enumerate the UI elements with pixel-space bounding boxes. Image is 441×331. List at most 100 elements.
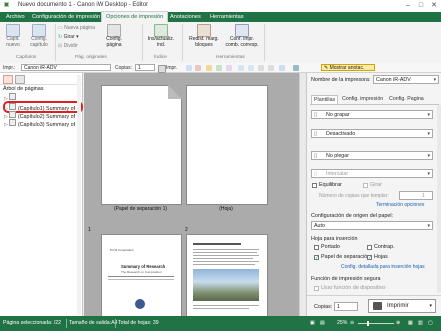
divider — [307, 295, 441, 296]
printer-value: Canon iR-ADV — [24, 65, 57, 71]
redistribute-label: Redist. marg. bloques — [189, 36, 219, 48]
copies-template-input[interactable]: 1 — [399, 191, 433, 200]
stamp-icon[interactable] — [216, 64, 222, 71]
chapter-settings-button[interactable]: Config. capítulo — [27, 24, 51, 48]
tab-archivo[interactable]: Archivo — [2, 12, 29, 22]
expand-icon: ▷ — [4, 122, 8, 128]
workspace-scrollbar[interactable] — [299, 73, 306, 316]
tree-item[interactable]: ▷ — [4, 93, 17, 102]
copies-template-value: 1 — [422, 193, 425, 199]
tree-tool-icon[interactable] — [15, 75, 25, 84]
copies-input[interactable]: 1 — [135, 64, 155, 71]
rotate-left-icon[interactable] — [238, 64, 244, 71]
girar-checkbox[interactable] — [363, 183, 368, 188]
split-button[interactable]: ⊟ Dividir — [58, 43, 77, 49]
lock-icon[interactable] — [206, 64, 212, 71]
split-icon: ⊟ — [58, 43, 63, 49]
printer-name-select[interactable]: Canon iR-ADV ▾ — [373, 75, 439, 84]
staple-select[interactable]: ▯ No grapar ▾ — [311, 110, 433, 119]
hojas-checkbox[interactable]: ✓ — [367, 255, 372, 261]
page-thumbnail[interactable] — [101, 85, 182, 205]
secure-print-checkbox[interactable] — [314, 286, 319, 291]
contrap-label: Contrap. — [374, 244, 395, 250]
paper-source-select[interactable]: Auto ▾ — [311, 221, 433, 230]
tab-config-impresion[interactable]: Config. impresión — [340, 95, 385, 104]
page-thumbnail[interactable] — [186, 85, 268, 205]
zoom-icon[interactable] — [258, 64, 264, 71]
finishing-options-link[interactable]: Terminación opciones — [376, 202, 424, 208]
single-view-icon[interactable]: ▢ — [428, 320, 433, 326]
new-chapter-button[interactable]: Capít. nuevo — [3, 24, 23, 48]
redistribute-button[interactable]: Redist. marg. bloques — [186, 24, 222, 48]
print-button[interactable]: Impr. — [166, 65, 177, 71]
chevron-down-icon: ▾ — [427, 112, 430, 118]
undo-icon[interactable] — [186, 64, 192, 71]
rotate-right-icon[interactable] — [248, 64, 254, 71]
rotate-icon: ↻ — [58, 34, 63, 40]
print-button[interactable]: Imprimir ▾ — [368, 299, 436, 313]
tab-herramientas[interactable]: Herramientas — [206, 12, 248, 22]
fold-value: No plegar — [326, 153, 349, 159]
divider — [115, 319, 116, 328]
layout-icon[interactable] — [279, 64, 285, 71]
doc-title: Summary of Research — [121, 264, 166, 269]
minimize-icon[interactable]: – — [402, 1, 414, 10]
zoom-out-icon[interactable]: ⊖ — [350, 320, 354, 326]
delete-icon[interactable] — [195, 64, 201, 71]
fold-select[interactable]: ▯ No plegar ▾ — [311, 151, 433, 160]
settings-scrollbar[interactable] — [437, 105, 441, 293]
detailed-insert-link[interactable]: Config. detallada para inserción hojas — [341, 264, 425, 270]
tree-tool-icon[interactable] — [3, 75, 13, 84]
chevron-down-icon: ▾ — [427, 171, 430, 177]
printer-select[interactable]: Canon iR-ADV — [21, 64, 111, 71]
girar-label: Girar — [370, 182, 382, 188]
copies-field[interactable]: 1 — [334, 302, 358, 311]
maximize-icon[interactable]: □ — [415, 1, 427, 10]
annotation-icon: ✎ — [324, 64, 329, 71]
fit-page-icon[interactable]: ▣ — [310, 320, 315, 326]
page-settings-button[interactable]: Config. página — [100, 24, 128, 48]
view-icon[interactable] — [268, 64, 274, 71]
new-page-button[interactable]: ▭ Nueva página — [58, 25, 95, 31]
papel-sep-label: Papel de separación — [321, 254, 371, 260]
hyperlink-icon[interactable] — [226, 64, 232, 71]
tab-anotaciones[interactable]: Anotaciones — [166, 12, 205, 22]
zoom-slider[interactable] — [358, 323, 394, 324]
contrap-checkbox[interactable] — [367, 245, 372, 250]
page-thumbnail[interactable] — [186, 234, 268, 316]
fit-width-icon[interactable]: ▤ — [320, 320, 325, 326]
list-view-icon[interactable]: ▥ — [418, 320, 423, 326]
page-thumbnail[interactable]: Pri-M Corporation Summary of Research Th… — [101, 234, 182, 316]
group-label-herramientas: Herramientas — [216, 55, 245, 60]
zoom-in-icon[interactable]: ⊕ — [396, 320, 400, 326]
interleave-select[interactable]: ▯ Intercalar ▾ — [311, 169, 433, 178]
show-annotations-button[interactable]: ✎ Mostrar anotac. — [321, 63, 375, 71]
grid-view-icon[interactable]: ▦ — [408, 320, 413, 326]
close-icon[interactable]: ✕ — [428, 1, 440, 10]
merge-print-button[interactable]: Conf. impr. comb. corresp. — [224, 24, 260, 48]
printer-icon[interactable] — [158, 64, 166, 73]
total-sheets-status: Total de hojas: 39 — [118, 320, 159, 326]
chevron-down-icon: ▾ — [433, 77, 436, 83]
equilibrar-checkbox[interactable] — [312, 183, 317, 188]
papel-sep-checkbox[interactable]: ✓ — [314, 255, 319, 261]
divider — [0, 84, 82, 85]
insert-index-button[interactable]: Ins/actualiz. índ. — [146, 24, 176, 48]
offset-select[interactable]: ▯ Desactivado ▾ — [311, 129, 433, 138]
group-label-paginas: Pág. originales — [75, 55, 107, 60]
zoom-slider-handle[interactable] — [367, 321, 369, 326]
text-line — [193, 308, 249, 309]
page-caption: (Hoja) — [219, 206, 233, 212]
divider — [310, 104, 439, 105]
left-scrollbar[interactable] — [77, 75, 81, 315]
ribbon-divider — [55, 24, 56, 61]
divider — [108, 276, 174, 277]
portada-checkbox[interactable] — [314, 245, 319, 250]
rotate-button[interactable]: ↻ Girar ▾ — [58, 34, 79, 40]
tree-item-chapter3[interactable]: ▷ (Capítulo3) Summary of R — [4, 119, 80, 128]
print-settings-pane: Nombre de la impresora: Canon iR-ADV ▾ P… — [306, 73, 441, 316]
tab-config-impresion[interactable]: Configuración de impresión — [28, 12, 104, 22]
mode-icon[interactable] — [293, 64, 299, 71]
tab-config-pagina[interactable]: Config. Pagina — [387, 95, 426, 104]
chapter-settings-label: Config. capítulo — [30, 36, 48, 48]
